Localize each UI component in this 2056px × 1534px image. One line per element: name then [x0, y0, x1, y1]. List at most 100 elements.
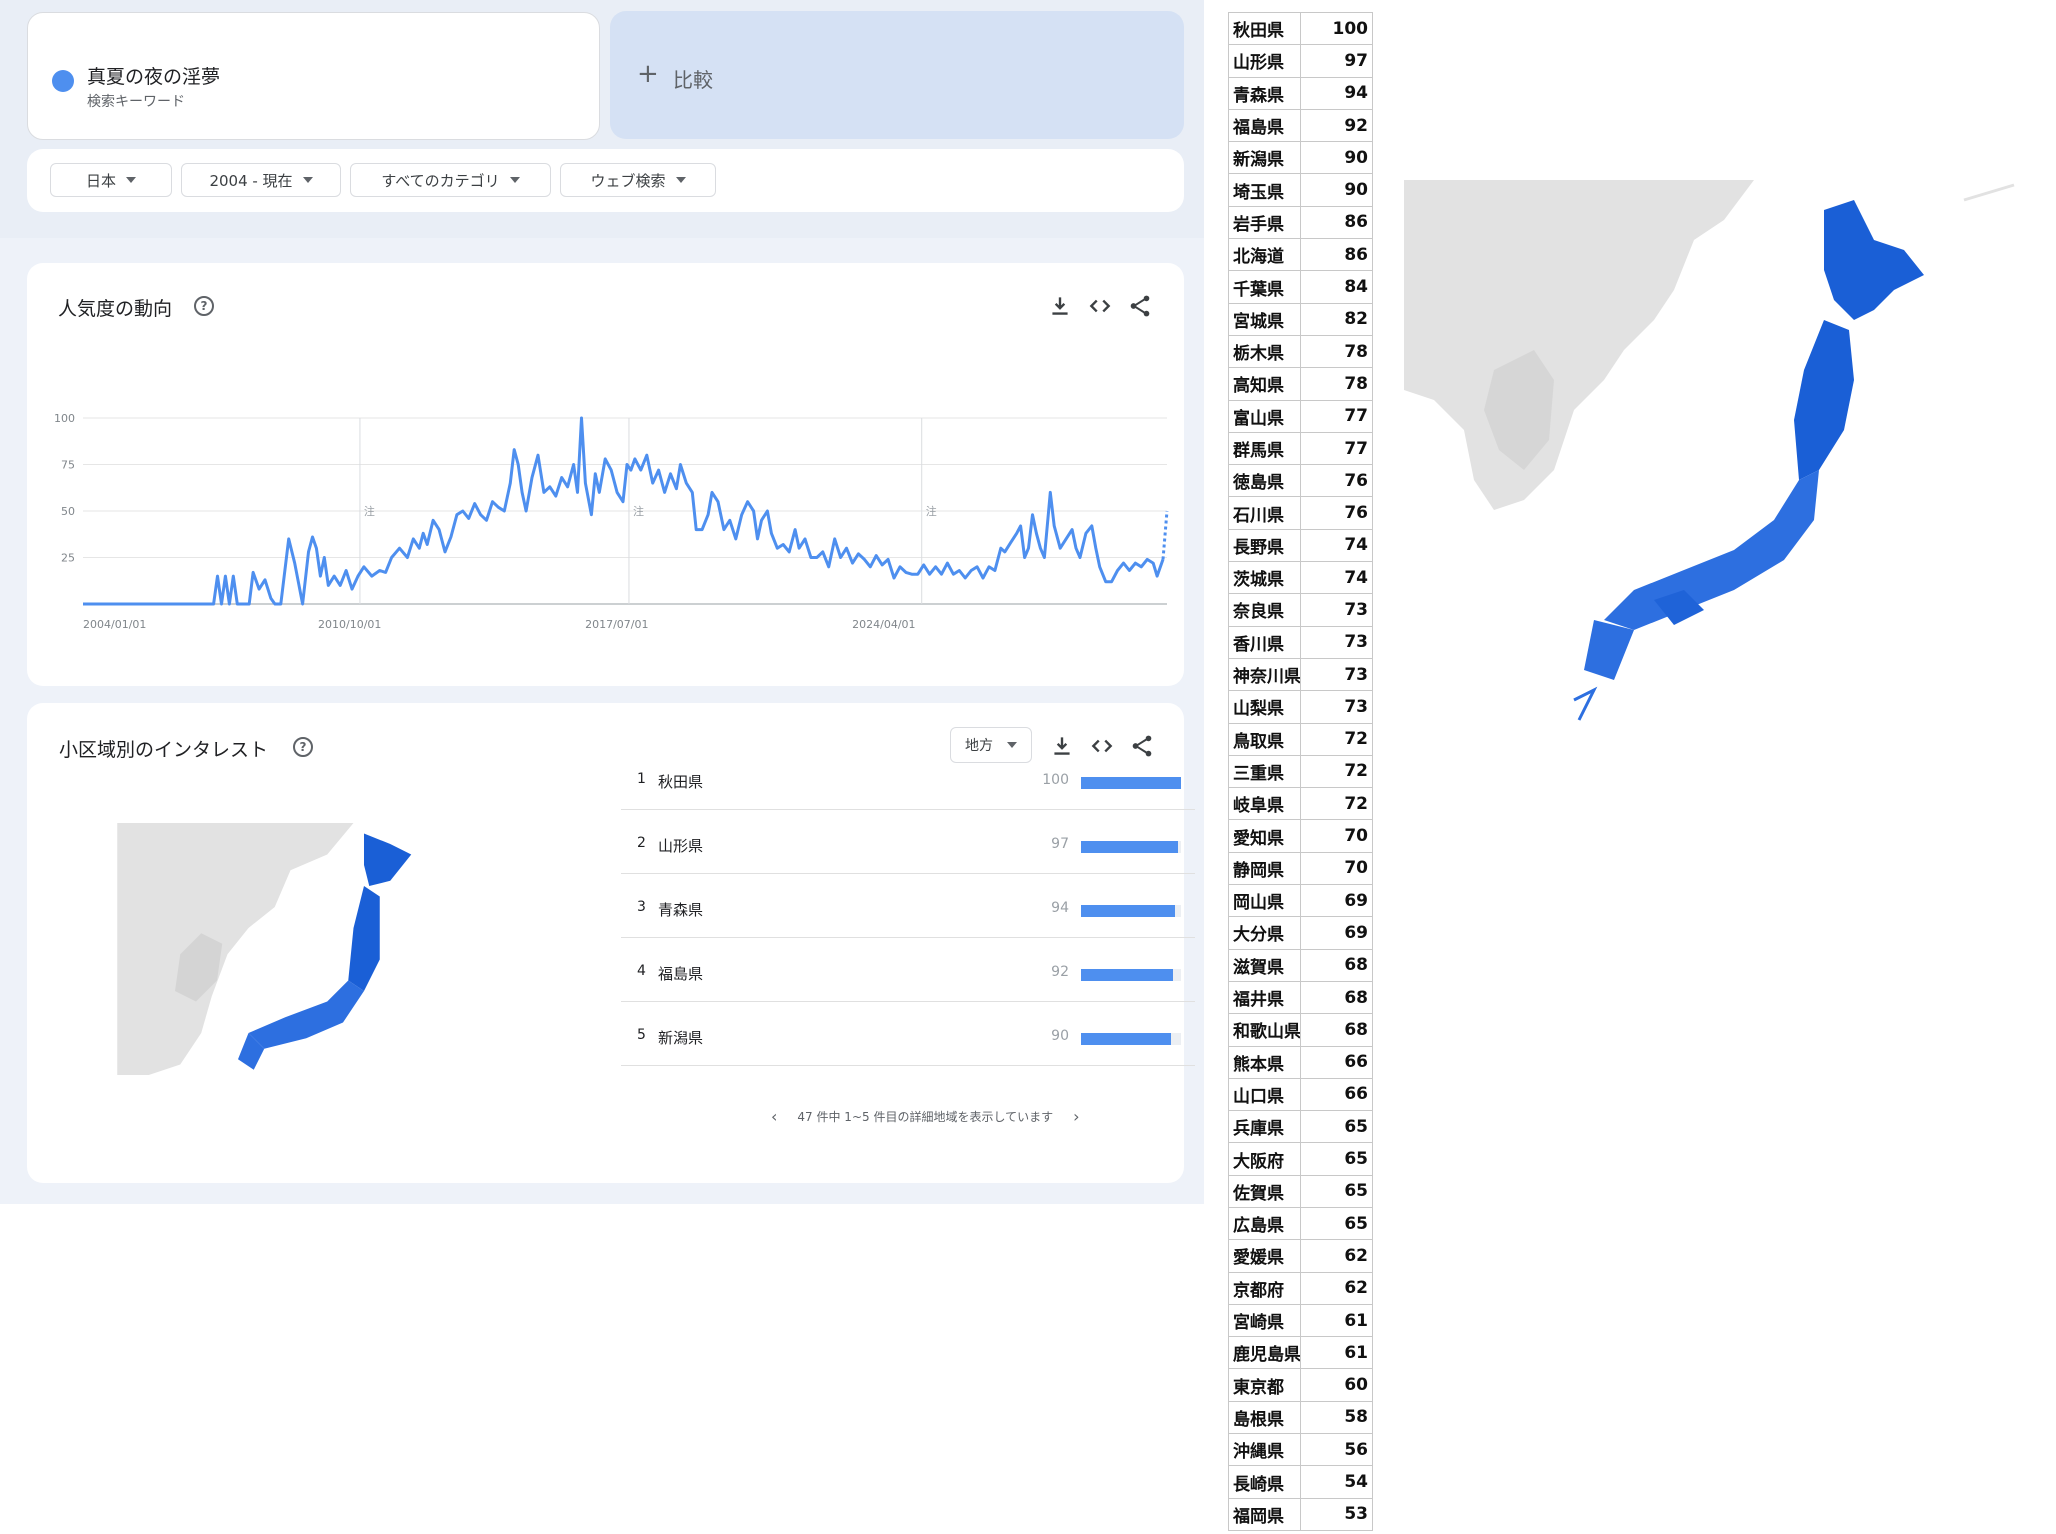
interest-by-subregion-card: 小区域別のインタレスト ? 地方 1 秋田県 100 2 山形県 97 3 青森… [27, 703, 1195, 1183]
table-row: 徳島県 76 [1228, 464, 1373, 498]
table-cell-prefecture: 茨城県 [1228, 561, 1301, 595]
table-cell-prefecture: 富山県 [1228, 399, 1301, 433]
table-cell-prefecture: 石川県 [1228, 496, 1301, 530]
table-cell-score: 68 [1300, 1013, 1373, 1047]
compare-button[interactable]: + 比較 [610, 11, 1184, 139]
region-name: 福島県 [658, 965, 704, 983]
filter-category-label: すべてのカテゴリ [381, 171, 500, 190]
table-cell-prefecture: 愛知県 [1228, 819, 1301, 853]
table-row[interactable]: 5 新潟県 90 [621, 1003, 1195, 1066]
table-cell-score: 86 [1300, 238, 1373, 272]
y-tick-label: 75 [61, 459, 75, 472]
table-cell-score: 56 [1300, 1433, 1373, 1467]
table-cell-prefecture: 広島県 [1228, 1206, 1301, 1241]
table-row[interactable]: 4 福島県 92 [621, 939, 1195, 1002]
table-row: 茨城県 74 [1228, 561, 1373, 595]
table-cell-prefecture: 宮崎県 [1228, 1303, 1301, 1338]
table-row[interactable]: 3 青森県 94 [621, 875, 1195, 938]
table-cell-prefecture: 栃木県 [1228, 334, 1301, 369]
table-cell-score: 100 [1300, 11, 1373, 46]
x-tick-label: 2010/10/01 [318, 618, 381, 631]
table-row: 青森県 94 [1228, 76, 1373, 110]
table-cell-prefecture: 福井県 [1228, 980, 1301, 1015]
x-tick-label: 2004/01/01 [83, 618, 146, 631]
table-cell-score: 74 [1300, 528, 1373, 563]
annotation-marker: 注 [926, 504, 937, 518]
table-row: 奈良県 73 [1228, 593, 1373, 627]
table-row: 神奈川県 73 [1228, 657, 1373, 692]
table-cell-prefecture: 千葉県 [1228, 270, 1301, 304]
table-row: 沖縄県 56 [1228, 1433, 1373, 1467]
table-cell-score: 61 [1300, 1336, 1373, 1370]
table-cell-prefecture: 新潟県 [1228, 141, 1301, 175]
table-row[interactable]: 1 秋田県 100 [621, 747, 1195, 810]
table-cell-score: 86 [1300, 205, 1373, 240]
y-tick-label: 25 [61, 552, 75, 565]
search-term-card[interactable]: 真夏の夜の淫夢 検索キーワード [27, 12, 600, 140]
region-name: 新潟県 [658, 1029, 704, 1047]
table-cell-prefecture: 岐阜県 [1228, 787, 1301, 821]
filter-region[interactable]: 日本 [50, 163, 172, 197]
filter-time-range[interactable]: 2004 - 現在 [181, 163, 341, 197]
table-cell-prefecture: 東京都 [1228, 1368, 1301, 1402]
y-tick-label: 100 [54, 412, 75, 425]
table-row[interactable]: 2 山形県 97 [621, 811, 1195, 874]
table-cell-score: 78 [1300, 367, 1373, 401]
rank-number: 4 [637, 963, 646, 979]
chevron-right-icon[interactable]: › [1073, 1107, 1079, 1126]
table-cell-prefecture: 奈良県 [1228, 593, 1301, 627]
filter-bar: 日本 2004 - 現在 すべてのカテゴリ ウェブ検索 [27, 149, 1184, 212]
chevron-left-icon[interactable]: ‹ [771, 1107, 777, 1126]
table-row: 島根県 58 [1228, 1400, 1373, 1435]
table-cell-prefecture: 長野県 [1228, 528, 1301, 563]
table-cell-prefecture: 静岡県 [1228, 851, 1301, 886]
table-row: 山梨県 73 [1228, 690, 1373, 724]
value-bar-fill [1081, 1033, 1171, 1045]
table-row: 長野県 74 [1228, 528, 1373, 563]
table-cell-prefecture: 鹿児島県 [1228, 1336, 1301, 1370]
rank-number: 2 [637, 835, 646, 851]
table-cell-prefecture: 秋田県 [1228, 11, 1301, 46]
table-row: 和歌山県 68 [1228, 1013, 1373, 1047]
table-row: 長崎県 54 [1228, 1465, 1373, 1499]
filter-category[interactable]: すべてのカテゴリ [350, 163, 551, 197]
table-row: 香川県 73 [1228, 625, 1373, 659]
caret-down-icon [509, 177, 520, 183]
region-value: 97 [1051, 836, 1069, 852]
table-row: 東京都 60 [1228, 1368, 1373, 1402]
y-tick-label: 50 [61, 505, 75, 518]
table-cell-prefecture: 兵庫県 [1228, 1110, 1301, 1144]
table-cell-score: 70 [1300, 819, 1373, 853]
table-cell-score: 65 [1300, 1206, 1373, 1241]
table-row: 熊本県 66 [1228, 1045, 1373, 1079]
table-row: 富山県 77 [1228, 399, 1373, 433]
region-value: 92 [1051, 964, 1069, 980]
table-row: 福島県 92 [1228, 108, 1373, 143]
region-value: 100 [1042, 772, 1069, 788]
table-cell-prefecture: 山形県 [1228, 44, 1301, 78]
table-row: 高知県 78 [1228, 367, 1373, 401]
table-cell-score: 94 [1300, 76, 1373, 110]
compare-label: 比較 [673, 68, 713, 92]
table-cell-score: 97 [1300, 44, 1373, 78]
filter-region-label: 日本 [85, 171, 116, 190]
table-cell-score: 66 [1300, 1077, 1373, 1112]
table-cell-prefecture: 埼玉県 [1228, 173, 1301, 207]
value-bar [1081, 841, 1181, 853]
table-cell-score: 70 [1300, 851, 1373, 886]
table-row: 鹿児島県 61 [1228, 1336, 1373, 1370]
table-cell-score: 61 [1300, 1303, 1373, 1338]
table-cell-score: 76 [1300, 464, 1373, 498]
table-cell-score: 58 [1300, 1400, 1373, 1435]
value-bar-fill [1081, 905, 1175, 917]
large-japan-map [1404, 180, 2015, 721]
table-cell-prefecture: 長崎県 [1228, 1465, 1301, 1499]
filter-search-type[interactable]: ウェブ検索 [560, 163, 716, 197]
series-color-dot [52, 70, 74, 92]
table-row: 新潟県 90 [1228, 141, 1373, 175]
table-cell-score: 73 [1300, 625, 1373, 659]
help-icon[interactable]: ? [293, 737, 313, 757]
table-cell-score: 90 [1300, 141, 1373, 175]
table-row: 大分県 69 [1228, 916, 1373, 950]
table-row: 愛知県 70 [1228, 819, 1373, 853]
